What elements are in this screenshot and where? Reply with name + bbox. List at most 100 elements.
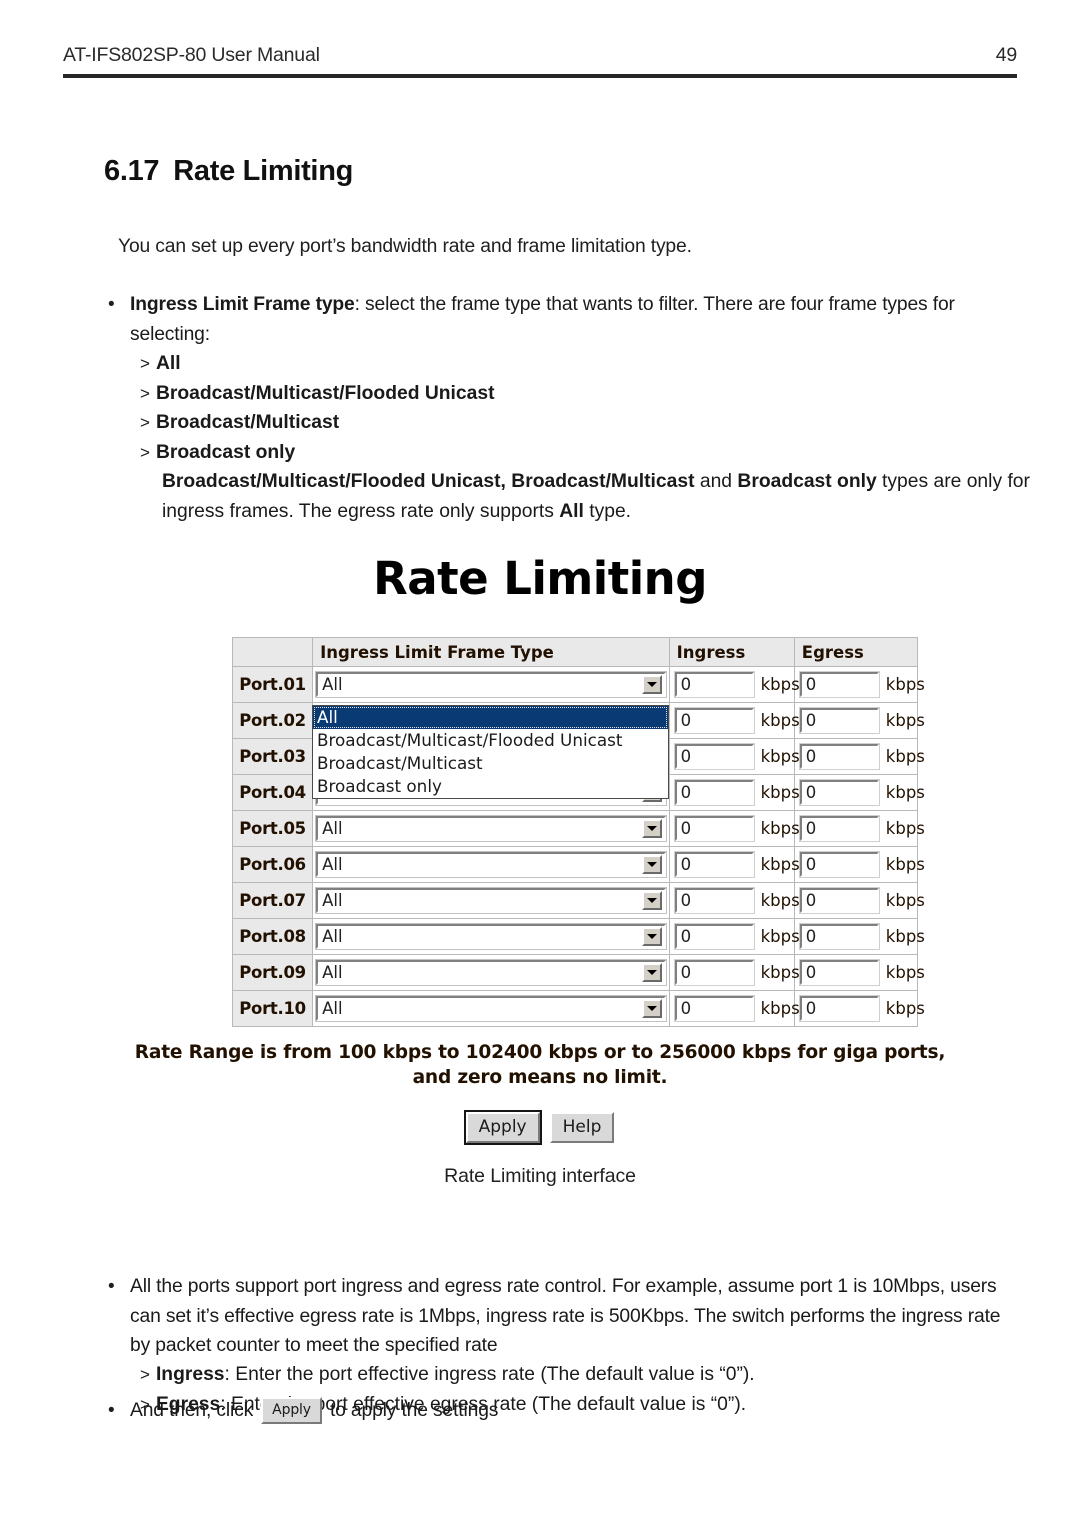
egress-rate-input-port04[interactable] (798, 779, 880, 806)
table-row: Port.09 All kbps kbps (231, 954, 925, 991)
egress-unit-label: kbps (885, 819, 925, 838)
figure-caption: Rate Limiting interface (444, 1165, 636, 1187)
frame-type-label: Broadcast/Multicast (155, 412, 340, 433)
header-divider (63, 74, 1017, 78)
ingress-term: Ingress (155, 1364, 225, 1385)
column-header-port (231, 637, 314, 667)
frame-type-label: All (155, 353, 181, 374)
egress-rate-input-port10[interactable] (798, 995, 880, 1022)
egress-cell: kbps (793, 990, 925, 1027)
frame-type-select-port08[interactable]: All (315, 923, 667, 950)
table-row: Port.10 All kbps kbps (231, 990, 925, 1027)
ingress-rate-input-port07[interactable] (673, 887, 755, 914)
frame-note-all: All (559, 500, 584, 522)
dropdown-option-broadcast-only[interactable]: Broadcast only (313, 775, 668, 798)
ingress-definition: : Enter the port effective ingress rate … (224, 1364, 755, 1385)
rate-range-note: Rate Range is from 100 kbps to 102400 kb… (0, 1040, 1080, 1090)
ingress-cell: kbps (668, 774, 800, 811)
chevron-down-icon[interactable] (641, 963, 662, 982)
bullet-ingress-limit: • Ingress Limit Frame type: select the f… (104, 290, 1024, 349)
ingress-cell: kbps (668, 666, 800, 703)
egress-cell: kbps (793, 954, 925, 991)
egress-rate-input-port03[interactable] (798, 743, 880, 770)
ingress-rate-input-port02[interactable] (673, 707, 755, 734)
ingress-limit-label: Ingress Limit Frame type (130, 294, 355, 315)
egress-rate-input-port08[interactable] (798, 923, 880, 950)
ingress-cell: kbps (668, 882, 800, 919)
ingress-cell: kbps (668, 918, 800, 955)
egress-rate-input-port09[interactable] (798, 959, 880, 986)
frame-type-cell: All (312, 810, 670, 847)
chevron-down-icon[interactable] (641, 927, 662, 946)
inline-apply-button[interactable]: Apply (261, 1397, 322, 1425)
ingress-unit-label: kbps (760, 675, 800, 694)
frame-note-and: and (694, 471, 738, 492)
egress-unit-label: kbps (885, 999, 925, 1018)
dropdown-option-broadcast-multicast-flooded-unicast[interactable]: Broadcast/Multicast/Flooded Unicast (313, 729, 668, 752)
ingress-rate-input-port10[interactable] (673, 995, 755, 1022)
section-title-text: Rate Limiting (173, 155, 354, 187)
ingress-rate-input-port05[interactable] (673, 815, 755, 842)
chevron-down-icon[interactable] (641, 675, 662, 694)
bullet-rate-control: • All the ports support port ingress and… (104, 1272, 1024, 1361)
ingress-rate-input-port09[interactable] (673, 959, 755, 986)
egress-cell: kbps (793, 774, 925, 811)
frame-type-select-port05[interactable]: All (315, 815, 667, 842)
frame-type-select-value: All (322, 963, 343, 982)
form-button-row: Apply Help (0, 1110, 1080, 1145)
ingress-rate-input-port06[interactable] (673, 851, 755, 878)
frame-type-cell: All (312, 846, 670, 883)
egress-rate-input-port01[interactable] (798, 671, 880, 698)
dropdown-option-all[interactable]: All (313, 706, 668, 729)
egress-unit-label: kbps (885, 747, 925, 766)
dropdown-option-broadcast-multicast[interactable]: Broadcast/Multicast (313, 752, 668, 775)
port-label: Port.07 (231, 882, 314, 919)
frame-type-select-value: All (322, 675, 343, 694)
ingress-unit-label: kbps (760, 711, 800, 730)
frame-type-cell: All (312, 918, 670, 955)
port-label: Port.03 (231, 738, 314, 775)
ingress-unit-label: kbps (760, 999, 800, 1018)
frame-type-cell: All (312, 882, 670, 919)
bullet-marker: • (108, 1276, 115, 1297)
table-row: Port.01 All kbps kbps (231, 666, 925, 703)
frame-type-select-port10[interactable]: All (315, 995, 667, 1022)
apply-button[interactable]: Apply (463, 1110, 542, 1145)
egress-rate-input-port05[interactable] (798, 815, 880, 842)
chevron-down-icon[interactable] (641, 855, 662, 874)
egress-cell: kbps (793, 702, 925, 739)
frame-type-select-port01[interactable]: All (315, 671, 667, 698)
chevron-down-icon[interactable] (641, 819, 662, 838)
port-label: Port.06 (231, 846, 314, 883)
bullet-apply-text: And then, click Apply to apply the setting… (130, 1396, 1024, 1426)
egress-unit-label: kbps (885, 891, 925, 910)
chevron-down-icon[interactable] (641, 999, 662, 1018)
frame-type-label: Broadcast only (155, 441, 296, 463)
page-title: 6.17 Rate Limiting (104, 155, 353, 188)
egress-rate-input-port02[interactable] (798, 707, 880, 734)
port-label: Port.05 (231, 810, 314, 847)
egress-rate-input-port06[interactable] (798, 851, 880, 878)
ingress-cell: kbps (668, 990, 800, 1027)
bullet-ingress-limit-text: Ingress Limit Frame type: select the fra… (130, 290, 1024, 349)
frame-type-select-port09[interactable]: All (315, 959, 667, 986)
chevron-down-icon[interactable] (641, 891, 662, 910)
frame-type-select-port07[interactable]: All (315, 887, 667, 914)
ingress-rate-input-port01[interactable] (673, 671, 755, 698)
frame-type-cell: All (312, 666, 670, 703)
ingress-rate-input-port08[interactable] (673, 923, 755, 950)
egress-cell: kbps (793, 882, 925, 919)
ingress-rate-input-port04[interactable] (673, 779, 755, 806)
ingress-rate-input-port03[interactable] (673, 743, 755, 770)
frame-type-select-value: All (322, 927, 343, 946)
frame-type-dropdown-list[interactable]: All Broadcast/Multicast/Flooded Unicast … (312, 705, 669, 799)
frame-type-select-port06[interactable]: All (315, 851, 667, 878)
bullet-rate-control-text: All the ports support port ingress and e… (130, 1276, 1001, 1356)
egress-rate-input-port07[interactable] (798, 887, 880, 914)
column-header-ingress: Ingress (668, 637, 795, 667)
definition-ingress: > Ingress: Enter the port effective ingre… (140, 1360, 1030, 1390)
help-button[interactable]: Help (549, 1112, 615, 1143)
frame-type-cell: All (312, 990, 670, 1027)
frame-type-item-bm: > Broadcast/Multicast (140, 408, 1030, 438)
frame-type-select-value: All (322, 999, 343, 1018)
